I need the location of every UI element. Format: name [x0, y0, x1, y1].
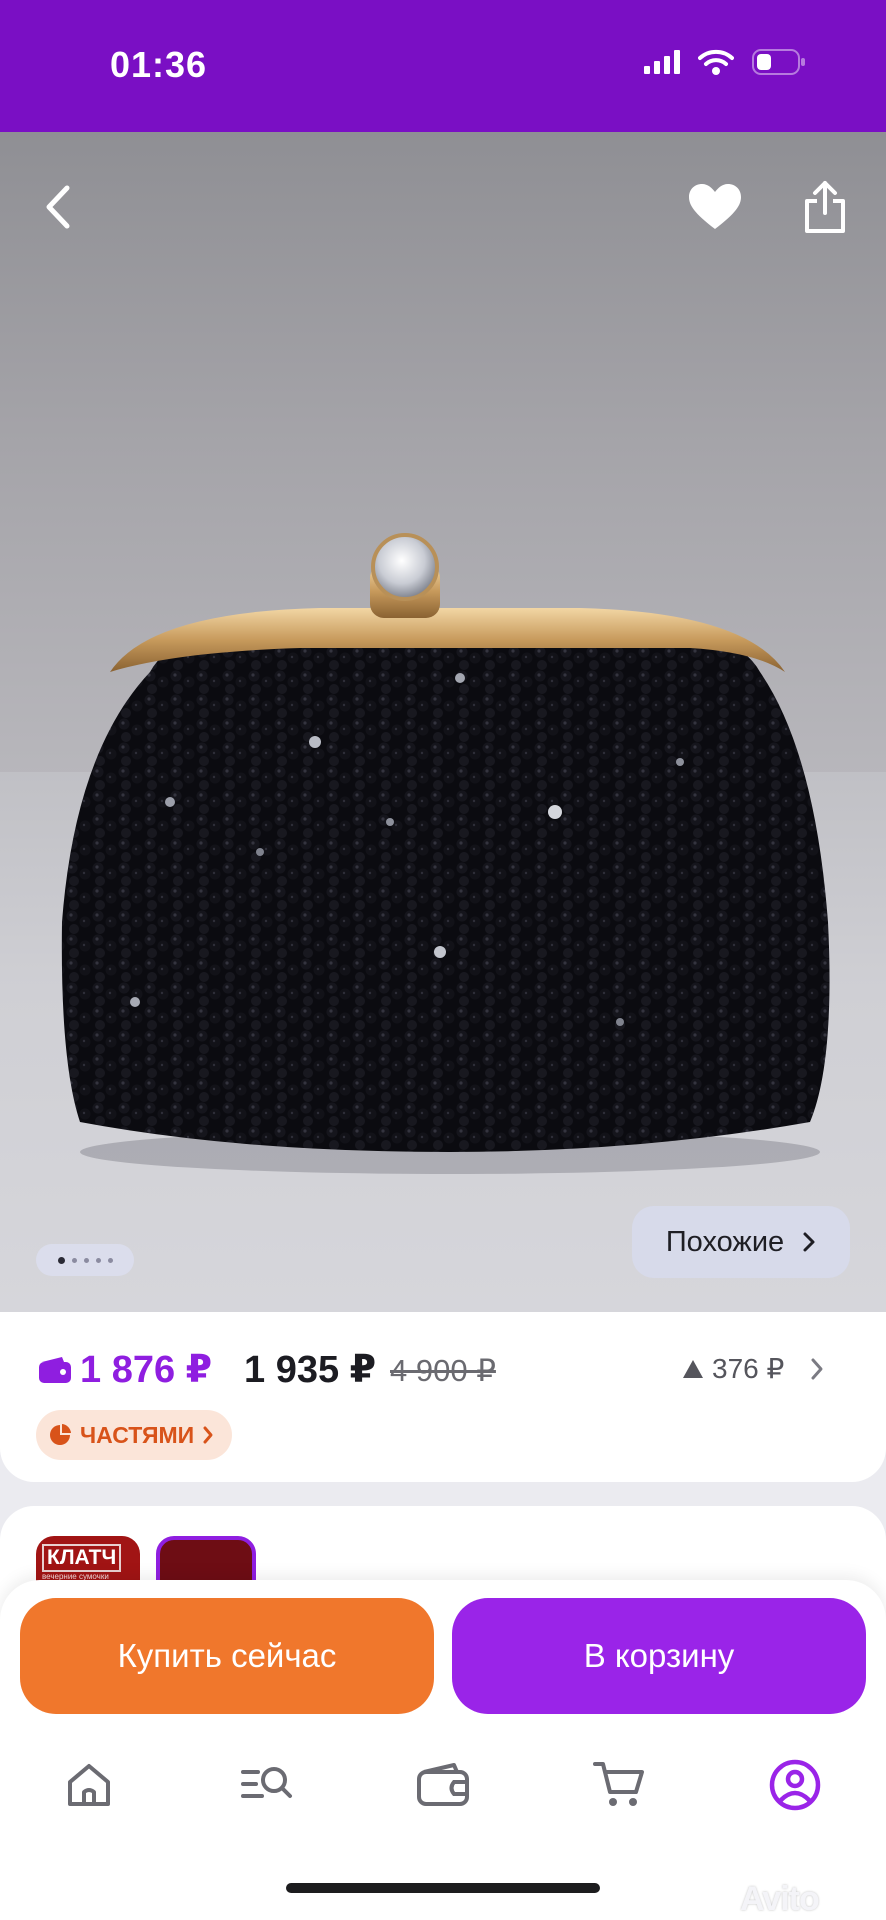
current-price: 1 935 ₽: [244, 1349, 377, 1391]
page-dot: [95, 1257, 101, 1263]
product-image: [61, 533, 830, 1174]
wallet-icon: [39, 1356, 71, 1383]
signal-icon: [644, 50, 680, 74]
favorite-button[interactable]: [680, 172, 750, 242]
gallery-page-indicator: [36, 1244, 134, 1276]
share-icon: [805, 181, 845, 233]
wallet-price-value: 1 876 ₽: [80, 1349, 213, 1391]
price-history-link[interactable]: 376 ₽: [682, 1352, 824, 1385]
buy-now-button[interactable]: Купить сейчас: [20, 1598, 434, 1714]
status-time: 01:36: [110, 44, 208, 85]
price-change-value: 376 ₽: [712, 1353, 785, 1384]
cart-icon: [593, 1762, 644, 1806]
status-icons: [644, 48, 806, 76]
home-icon: [68, 1764, 110, 1806]
installments-label: ЧАСТЯМИ: [80, 1421, 195, 1448]
share-button[interactable]: [790, 172, 860, 242]
pie-chart-icon: [50, 1424, 71, 1445]
tab-search[interactable]: [232, 1750, 302, 1820]
triangle-up-icon: [683, 1359, 703, 1378]
tab-profile[interactable]: [760, 1750, 830, 1820]
page-dot: [83, 1257, 89, 1263]
page-dot: [57, 1256, 65, 1264]
tab-cart[interactable]: [584, 1750, 654, 1820]
profile-icon: [769, 1759, 821, 1811]
chevron-right-icon: [803, 1232, 815, 1252]
page-dot: [107, 1257, 113, 1263]
tab-wallet[interactable]: [408, 1750, 478, 1820]
tab-home[interactable]: [54, 1750, 124, 1820]
back-button[interactable]: [24, 172, 94, 242]
chevron-left-icon: [46, 185, 70, 229]
page-dot: [71, 1257, 77, 1263]
search-list-icon: [241, 1767, 292, 1798]
avito-watermark: Avito: [740, 1880, 820, 1918]
heart-icon: [689, 184, 741, 229]
product-gallery[interactable]: Похожие: [0, 132, 886, 1312]
old-price: 4 900 ₽: [390, 1353, 496, 1388]
home-indicator[interactable]: [286, 1883, 600, 1893]
bottom-action-sheet: Купить сейчас В корзину: [0, 1580, 886, 1920]
wifi-icon: [698, 49, 734, 75]
similar-button[interactable]: Похожие: [632, 1206, 850, 1278]
thumbnail-label: КЛАТЧ: [42, 1544, 122, 1572]
status-bar: 01:36: [0, 0, 886, 132]
similar-label: Похожие: [665, 1225, 785, 1258]
chevron-right-icon: [203, 1426, 213, 1444]
wallet-icon: [417, 1763, 469, 1806]
add-to-cart-button[interactable]: В корзину: [452, 1598, 866, 1714]
chevron-right-icon: [811, 1358, 823, 1379]
installments-badge[interactable]: ЧАСТЯМИ: [36, 1410, 233, 1460]
wallet-price[interactable]: 1 876 ₽: [38, 1347, 212, 1392]
tab-bar: [0, 1750, 886, 1830]
battery-icon: [752, 49, 805, 75]
price-card: 1 876 ₽ 1 935 ₽ 4 900 ₽ 376 ₽ ЧАСТЯМИ: [0, 1312, 886, 1482]
